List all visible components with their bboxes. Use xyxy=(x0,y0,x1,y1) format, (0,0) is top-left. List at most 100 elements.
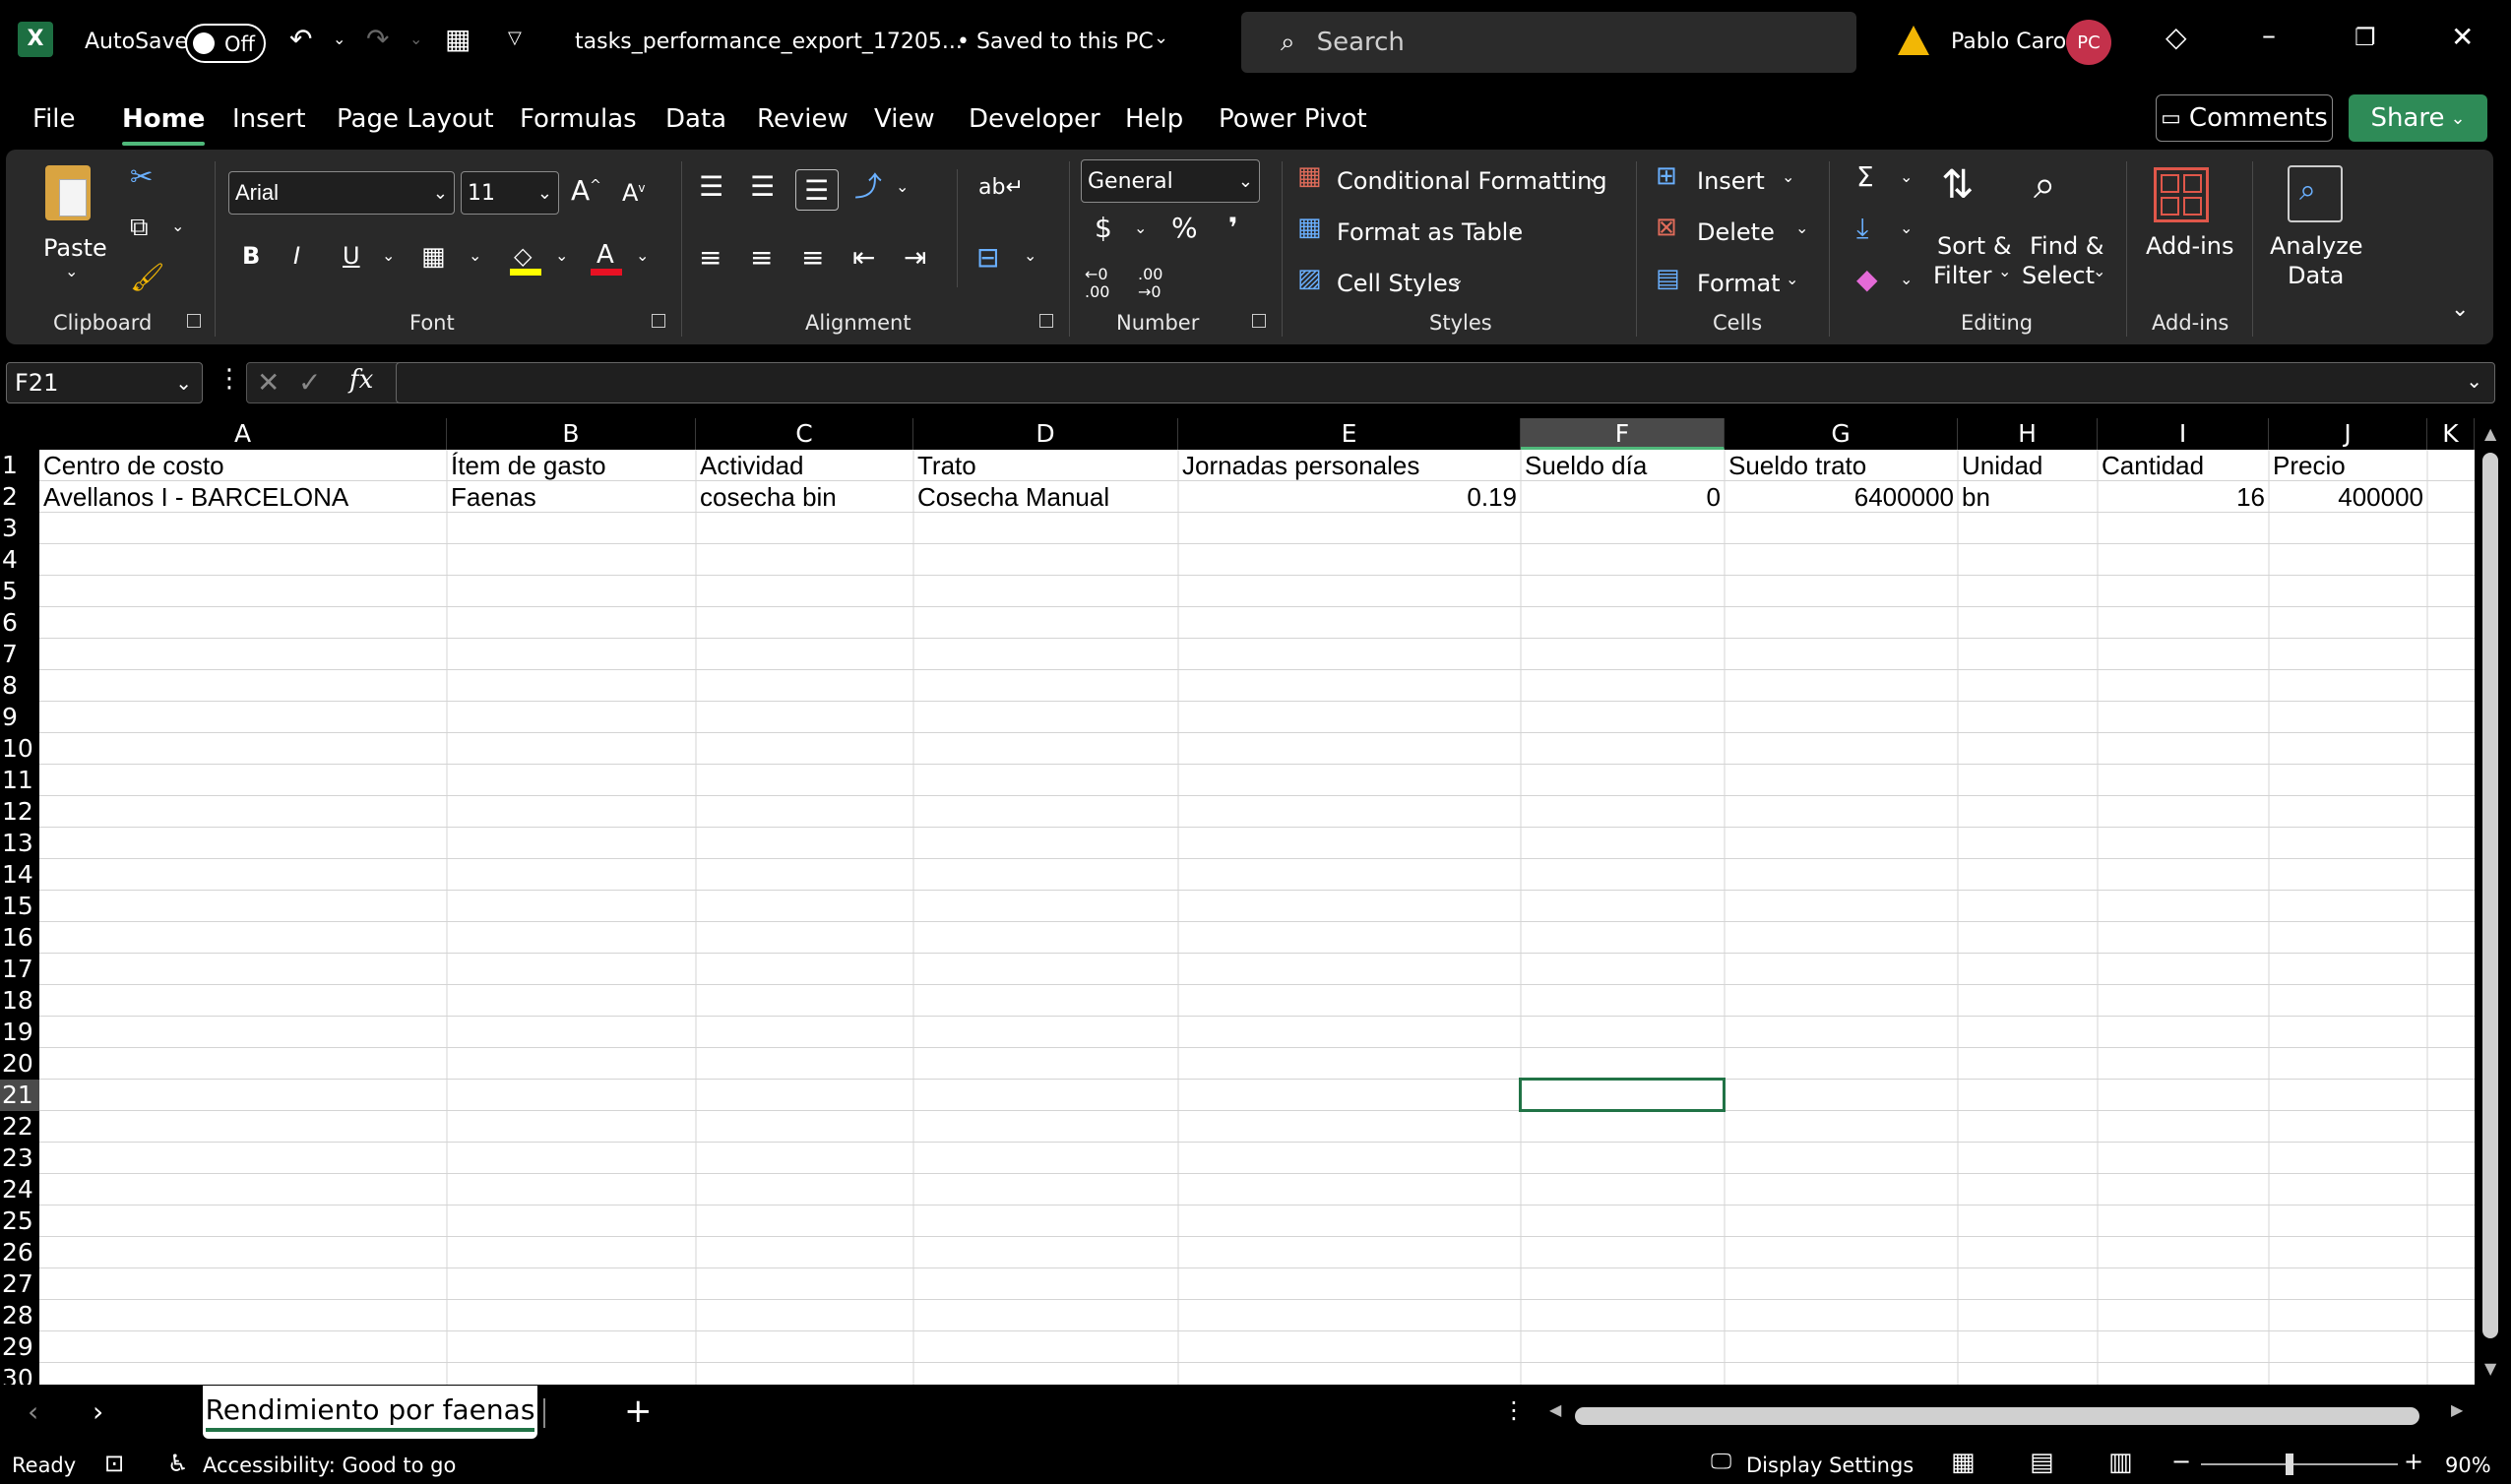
cell-h2[interactable]: bn xyxy=(1958,481,2098,513)
customize-qat-icon[interactable]: ▽ xyxy=(508,30,522,47)
macro-record-icon[interactable]: ⊡ xyxy=(104,1450,124,1477)
share-button[interactable]: Share ⌄ xyxy=(2349,94,2487,142)
increase-decimal-icon[interactable]: ←0.00 xyxy=(1085,266,1109,300)
cell-i1[interactable]: Cantidad xyxy=(2098,450,2269,481)
align-left-icon[interactable]: ≡ xyxy=(699,244,722,272)
next-sheet-icon[interactable]: › xyxy=(93,1398,103,1426)
format-cells-button[interactable]: Format xyxy=(1697,270,1781,297)
cell-f2[interactable]: 0 xyxy=(1521,481,1725,513)
find-select-label-2[interactable]: Select xyxy=(2022,262,2095,289)
cell-styles-button[interactable]: Cell Styles xyxy=(1337,270,1460,297)
row-header-23[interactable]: 23 xyxy=(0,1143,39,1174)
chevron-down-icon[interactable]: ⌄ xyxy=(1795,220,1808,236)
row-header-4[interactable]: 4 xyxy=(0,544,39,576)
analyze-data-label-2[interactable]: Data xyxy=(2288,262,2344,289)
merge-center-icon[interactable]: ⊟ xyxy=(976,244,999,272)
more-sheets-icon[interactable]: ⋮ xyxy=(1502,1398,1526,1422)
comma-style-icon[interactable]: ❜ xyxy=(1228,215,1238,242)
delete-cells-icon[interactable]: ⊠ xyxy=(1656,215,1677,240)
find-select-icon[interactable]: ⌕ xyxy=(2034,165,2055,205)
analyze-data-label-1[interactable]: Analyze xyxy=(2270,232,2363,260)
minimize-icon[interactable]: – xyxy=(2262,22,2276,49)
cell-g2[interactable]: 6400000 xyxy=(1725,481,1958,513)
chevron-down-icon[interactable]: ⌄ xyxy=(1587,169,1600,185)
font-color-dropdown-icon[interactable]: ⌄ xyxy=(636,248,649,264)
sort-filter-label-1[interactable]: Sort & xyxy=(1937,232,2012,260)
normal-view-icon[interactable]: ▦ xyxy=(1951,1448,1976,1477)
autosum-icon[interactable]: Σ xyxy=(1856,163,1874,191)
row-header-27[interactable]: 27 xyxy=(0,1268,39,1300)
chevron-down-icon[interactable]: ⌄ xyxy=(1998,264,2011,279)
row-header-14[interactable]: 14 xyxy=(0,859,39,891)
number-launcher-icon[interactable] xyxy=(1252,314,1266,328)
decrease-font-size-icon[interactable]: Av xyxy=(622,181,646,205)
row-header-24[interactable]: 24 xyxy=(0,1174,39,1206)
tab-view[interactable]: View xyxy=(874,104,935,134)
cell-b1[interactable]: Ítem de gasto xyxy=(447,450,696,481)
expand-formula-bar-icon[interactable]: ⌄ xyxy=(2466,371,2482,391)
formula-input[interactable]: ⌄ xyxy=(396,362,2495,403)
currency-dropdown-icon[interactable]: ⌄ xyxy=(1134,220,1147,236)
font-launcher-icon[interactable] xyxy=(652,314,665,328)
copy-icon[interactable]: ⧉ xyxy=(130,215,149,240)
column-header-a[interactable]: A xyxy=(39,418,447,450)
cell-a1[interactable]: Centro de costo xyxy=(39,450,447,481)
paste-icon[interactable] xyxy=(45,165,91,220)
cell-j1[interactable]: Precio xyxy=(2269,450,2427,481)
display-settings-button[interactable]: Display Settings xyxy=(1746,1453,1914,1477)
chevron-down-icon[interactable]: ⌄ xyxy=(1786,272,1798,287)
avatar[interactable]: PC xyxy=(2066,20,2111,65)
chevron-down-icon[interactable]: ⌄ xyxy=(1451,272,1464,287)
cell-c1[interactable]: Actividad xyxy=(696,450,913,481)
worksheet-grid[interactable]: Centro de costo Ítem de gasto Actividad Tra… xyxy=(39,450,2475,1385)
increase-indent-icon[interactable]: ⇥ xyxy=(904,244,926,272)
tab-home[interactable]: Home xyxy=(122,104,206,146)
row-header-16[interactable]: 16 xyxy=(0,922,39,954)
zoom-slider[interactable] xyxy=(2201,1463,2398,1465)
autosave-toggle[interactable]: Off xyxy=(185,24,266,63)
conditional-formatting-icon[interactable]: ▦ xyxy=(1297,163,1322,189)
tab-page-layout[interactable]: Page Layout xyxy=(337,104,494,134)
font-size-select[interactable]: 11 ⌄ xyxy=(461,171,559,215)
currency-icon[interactable]: $ xyxy=(1095,215,1112,242)
delete-cells-button[interactable]: Delete xyxy=(1697,218,1775,246)
tab-power-pivot[interactable]: Power Pivot xyxy=(1219,104,1367,134)
cell-g1[interactable]: Sueldo trato xyxy=(1725,450,1958,481)
tab-formulas[interactable]: Formulas xyxy=(520,104,637,134)
align-top-icon[interactable]: ☰ xyxy=(699,173,723,201)
clipboard-launcher-icon[interactable] xyxy=(187,314,201,328)
cut-icon[interactable]: ✂ xyxy=(130,163,153,191)
tab-insert[interactable]: Insert xyxy=(232,104,306,134)
cell-j2[interactable]: 400000 xyxy=(2269,481,2427,513)
cell-d1[interactable]: Trato xyxy=(913,450,1178,481)
zoom-slider-thumb[interactable] xyxy=(2286,1453,2293,1475)
merge-dropdown-icon[interactable]: ⌄ xyxy=(1024,248,1036,264)
fill-color-icon[interactable]: ◇ xyxy=(510,242,541,276)
row-header-10[interactable]: 10 xyxy=(0,733,39,765)
tab-review[interactable]: Review xyxy=(757,104,848,134)
underline-icon[interactable]: U xyxy=(343,244,360,268)
enter-icon[interactable]: ✓ xyxy=(298,369,321,397)
vertical-scroll-thumb[interactable] xyxy=(2482,453,2498,1338)
percent-icon[interactable]: % xyxy=(1171,215,1198,242)
tab-file[interactable]: File xyxy=(32,104,76,134)
save-status-dropdown-icon[interactable]: ⌄ xyxy=(1154,30,1168,47)
clear-icon[interactable]: ◆ xyxy=(1856,266,1878,293)
chevron-down-icon[interactable]: ⌄ xyxy=(1506,220,1519,236)
row-header-25[interactable]: 25 xyxy=(0,1206,39,1237)
find-select-label-1[interactable]: Find & xyxy=(2030,232,2104,260)
decrease-indent-icon[interactable]: ⇤ xyxy=(852,244,875,272)
redo-dropdown-icon[interactable]: ⌄ xyxy=(409,31,422,47)
cell-f1[interactable]: Sueldo día xyxy=(1521,450,1725,481)
page-layout-view-icon[interactable]: ▤ xyxy=(2030,1448,2054,1477)
row-header-21[interactable]: 21 xyxy=(0,1080,39,1111)
row-header-13[interactable]: 13 xyxy=(0,828,39,859)
row-header-3[interactable]: 3 xyxy=(0,513,39,544)
row-header-29[interactable]: 29 xyxy=(0,1331,39,1363)
column-header-j[interactable]: J xyxy=(2269,418,2427,450)
cell-b2[interactable]: Faenas xyxy=(447,481,696,513)
sort-filter-icon[interactable]: ⇅ xyxy=(1941,165,1975,205)
add-ins-label[interactable]: Add-ins xyxy=(2146,232,2234,260)
orientation-icon[interactable]: ⤴ xyxy=(854,173,882,201)
undo-icon[interactable]: ↶ xyxy=(289,26,312,53)
